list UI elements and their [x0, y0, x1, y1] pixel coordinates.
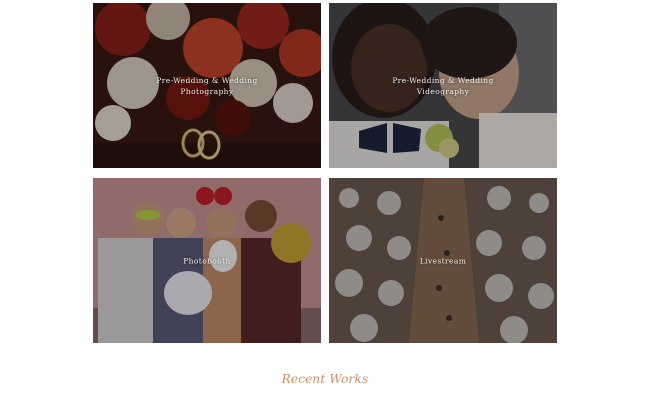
tile-label-line1: Pre-Wedding & Wedding — [156, 75, 258, 85]
tile-label-line1: Livestream — [419, 256, 467, 265]
tile-photobooth[interactable]: Photobooth — [93, 178, 321, 343]
services-gallery: Pre-Wedding & Wedding Photography Pre-We… — [93, 3, 557, 343]
tile-label: Livestream — [329, 255, 557, 266]
tile-label: Pre-Wedding & Wedding Videography — [329, 75, 557, 97]
tile-label: Photobooth — [93, 255, 321, 266]
tile-label-line1: Pre-Wedding & Wedding — [392, 75, 494, 85]
tile-wedding-photography[interactable]: Pre-Wedding & Wedding Photography — [93, 3, 321, 168]
recent-works-heading: Recent Works — [281, 372, 369, 386]
tile-livestream[interactable]: Livestream — [329, 178, 557, 343]
tile-label: Pre-Wedding & Wedding Photography — [93, 75, 321, 97]
tile-label-line2: Photography — [180, 86, 234, 96]
tile-label-line2: Videography — [416, 86, 470, 96]
tile-label-line1: Photobooth — [183, 256, 231, 265]
tile-wedding-videography[interactable]: Pre-Wedding & Wedding Videography — [329, 3, 557, 168]
